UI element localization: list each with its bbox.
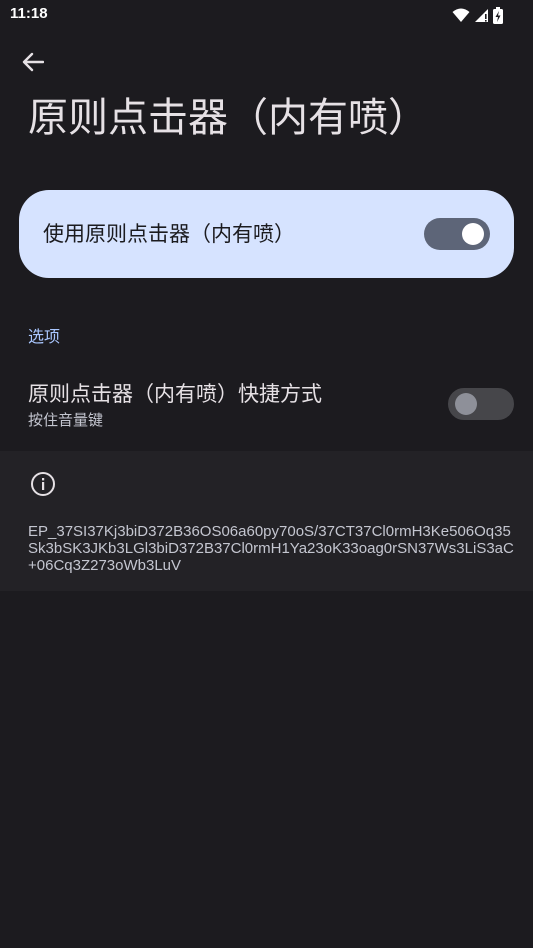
section-header-options: 选项: [28, 327, 61, 346]
switch-thumb: [455, 393, 477, 415]
info-panel: EP_37SI37Kj3biD372B36OS06a60py70oS/37CT3…: [0, 451, 533, 591]
main-toggle-card[interactable]: 使用原则点击器（内有喷）: [19, 190, 514, 278]
main-toggle-switch[interactable]: [424, 218, 490, 250]
wifi-icon: [452, 8, 470, 22]
info-icon: [31, 472, 55, 496]
back-button[interactable]: [14, 44, 52, 80]
signal-icon: [475, 8, 488, 22]
switch-thumb: [462, 223, 484, 245]
battery-charging-icon: [493, 6, 503, 24]
shortcut-toggle-switch[interactable]: [448, 388, 514, 420]
shortcut-title: 原则点击器（内有喷）快捷方式: [28, 382, 322, 406]
arrow-left-icon: [22, 52, 44, 72]
status-icons: [452, 6, 503, 24]
info-text: EP_37SI37Kj3biD372B36OS06a60py70oS/37CT3…: [28, 523, 514, 574]
shortcut-preference-row[interactable]: 原则点击器（内有喷）快捷方式 按住音量键: [0, 360, 533, 444]
status-bar: 11:18: [0, 0, 533, 30]
main-toggle-label: 使用原则点击器（内有喷）: [43, 222, 295, 246]
page-title: 原则点击器（内有喷）: [28, 95, 428, 141]
status-time: 11:18: [10, 5, 48, 22]
shortcut-summary: 按住音量键: [28, 411, 104, 429]
